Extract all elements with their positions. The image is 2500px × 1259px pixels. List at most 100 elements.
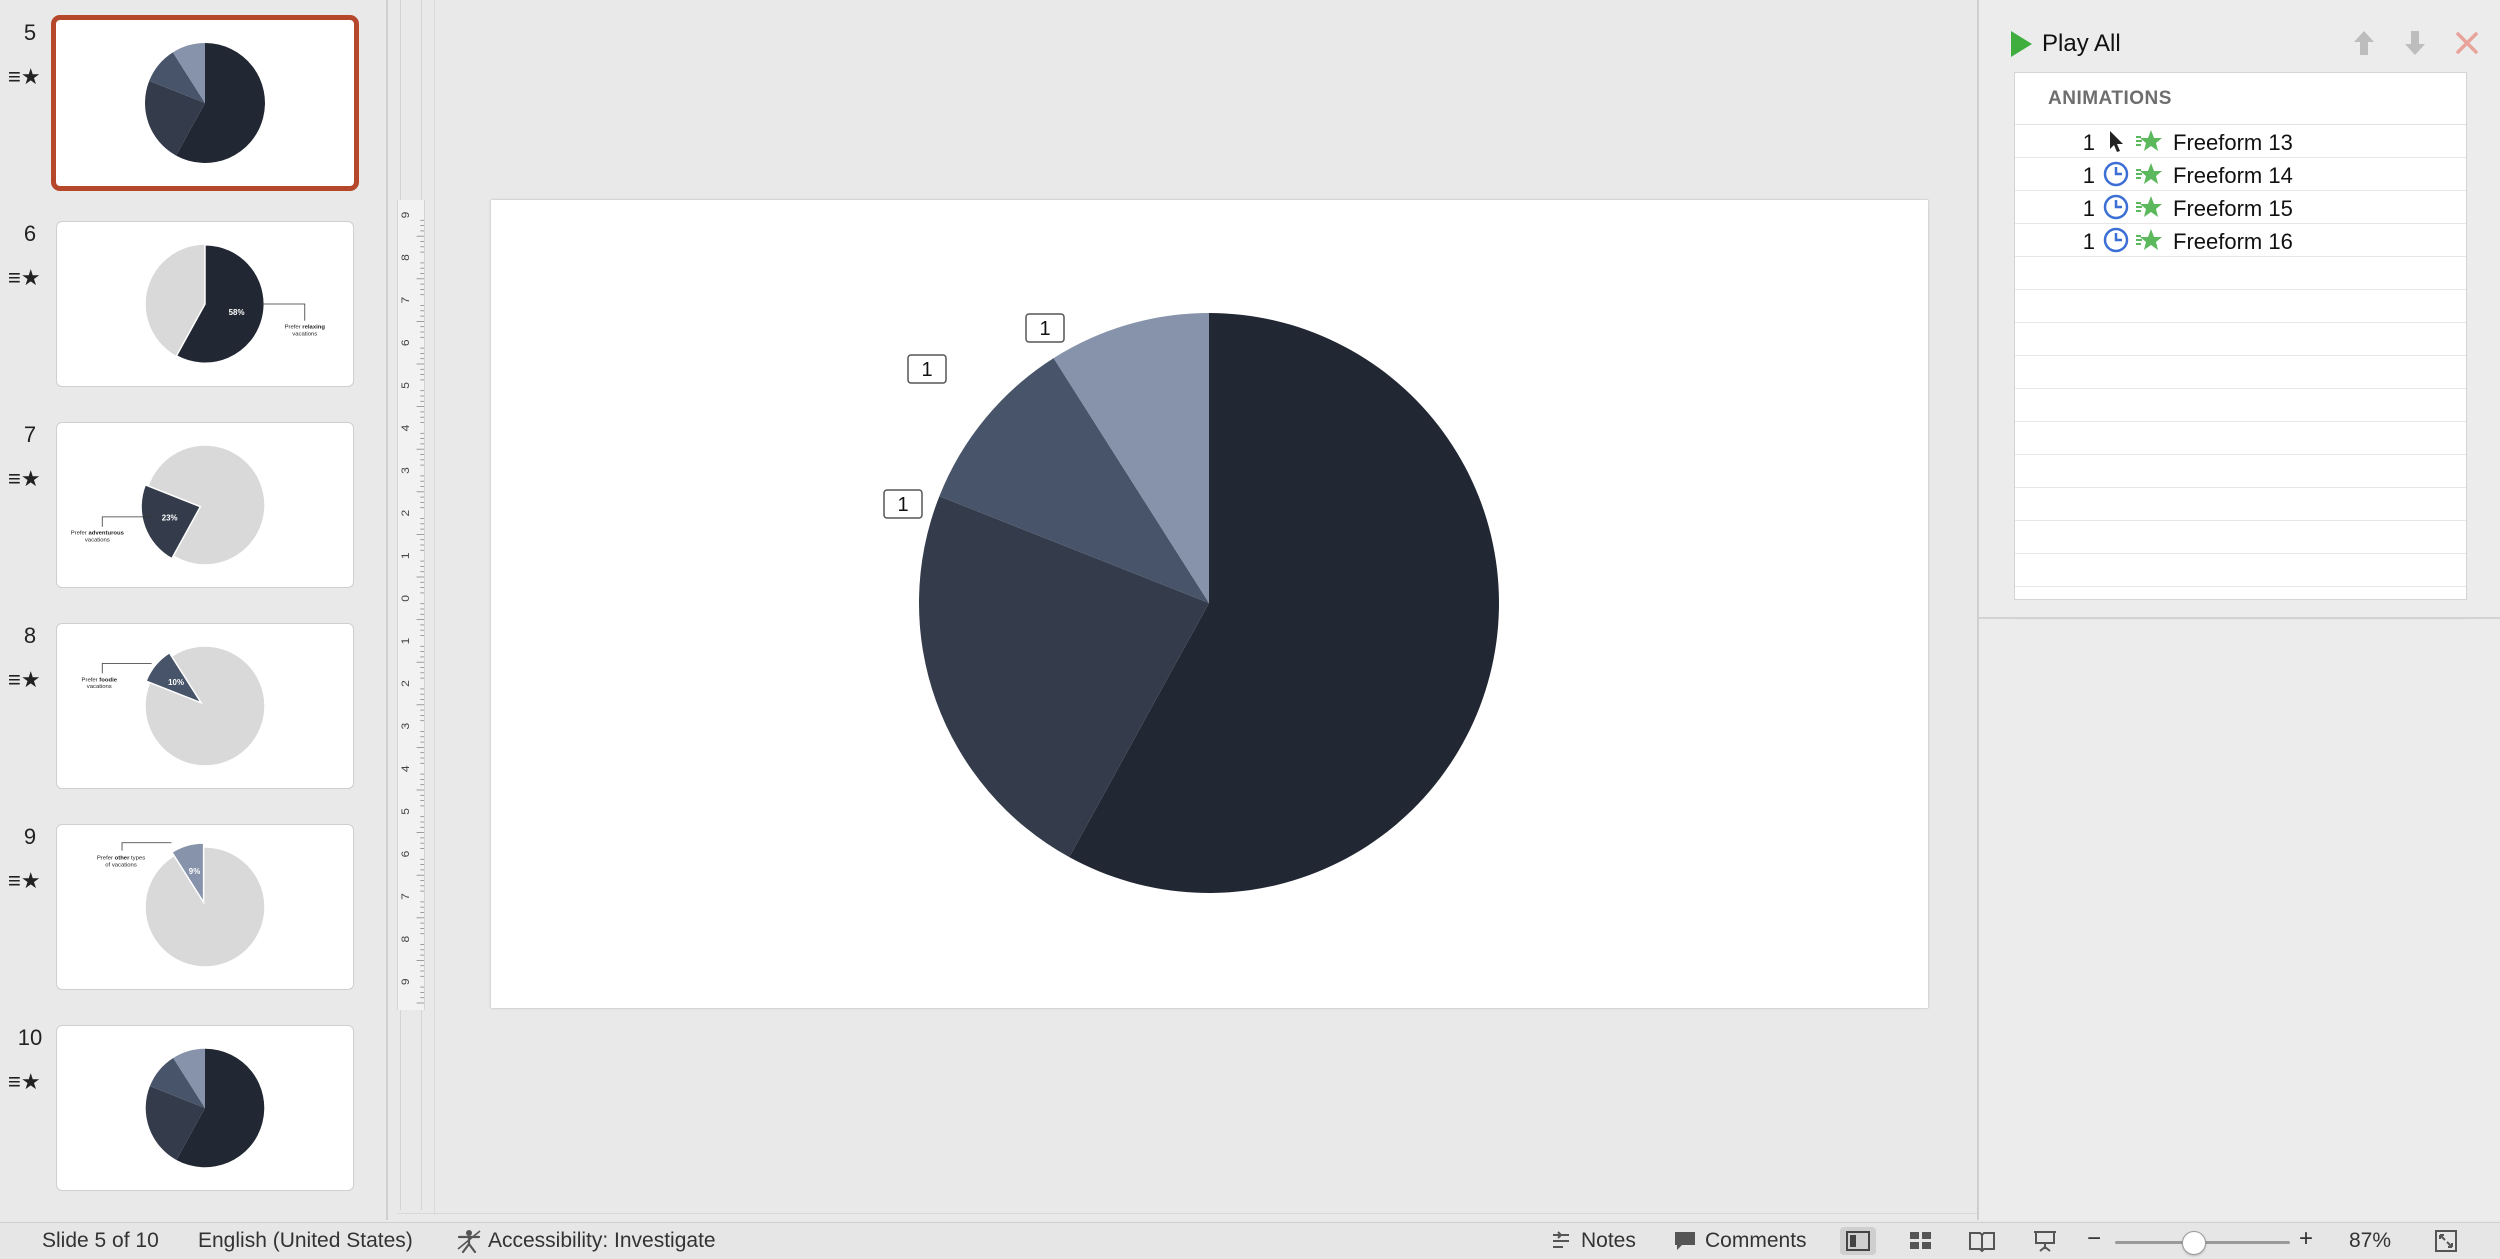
thumbnail-pie-base: [145, 847, 265, 967]
animation-item[interactable]: 1 Freeform 13: [2015, 125, 2466, 158]
thumbnail-caption: Prefer other types: [97, 856, 145, 862]
animation-order-tag[interactable]: 1: [907, 354, 947, 384]
empty-animation-row: [2015, 554, 2466, 587]
canvas-bottom-edge: [397, 1213, 1977, 1214]
slide-thumbnail[interactable]: 10% Prefer foodie vacations: [56, 623, 354, 789]
notes-button[interactable]: Notes: [1549, 1229, 1636, 1253]
ruler-tick-label: 9: [400, 978, 412, 985]
entrance-effect-star-icon: [2135, 227, 2163, 253]
animation-indicator-icon: ≡★: [8, 64, 41, 89]
slide-thumbnail[interactable]: 58% Prefer relaxing vacations: [56, 221, 354, 387]
animation-indicator-icon: ≡★: [8, 466, 41, 491]
thumbnail-leader-line: [260, 303, 306, 321]
comments-label: Comments: [1705, 1229, 1807, 1252]
ruler-tick-label: 8: [400, 254, 412, 261]
empty-animation-row: [2015, 356, 2466, 389]
thumbnail-caption: Prefer foodie: [82, 677, 118, 683]
slide-thumbnail-row[interactable]: 9 ≡★ 9% Prefer other types of vacations: [0, 824, 388, 1004]
slide-thumbnail-row[interactable]: 7 ≡★ 23% Prefer adventurous vacations: [0, 422, 388, 602]
notes-icon: [1553, 1231, 1569, 1248]
ruler-tick-label: 1: [400, 552, 412, 559]
slide-sorter-icon: [1910, 1232, 1931, 1249]
thumbnail-percent-label: 10%: [168, 678, 184, 687]
zoom-in-button[interactable]: +: [2299, 1225, 2313, 1253]
ruler-tick-label: 3: [400, 467, 412, 474]
zoom-out-button[interactable]: −: [2087, 1225, 2101, 1253]
animation-item[interactable]: 1 Freeform 14: [2015, 158, 2466, 191]
move-down-arrow-icon[interactable]: [2401, 28, 2429, 65]
slide-number: 10: [17, 1025, 43, 1050]
slide-thumbnail-row[interactable]: 5 ≡★: [0, 15, 388, 200]
animation-item[interactable]: 1 Freeform 16: [2015, 224, 2466, 257]
slide-thumbnail[interactable]: 23% Prefer adventurous vacations: [56, 422, 354, 588]
thumbnail-percent-label: 9%: [189, 867, 200, 876]
animation-order-tag[interactable]: 1: [1025, 313, 1065, 343]
slide-thumbnail[interactable]: [56, 1025, 354, 1191]
thumbnail-caption-line2: vacations: [292, 332, 317, 338]
animation-item[interactable]: 1 Freeform 15: [2015, 191, 2466, 224]
ruler-tick-label: 9: [400, 212, 412, 219]
ruler-tick-label: 8: [400, 936, 412, 943]
svg-text:1: 1: [1039, 318, 1050, 340]
zoom-slider-knob[interactable]: [2181, 1231, 2206, 1255]
slide-number: 6: [23, 221, 37, 246]
ruler-tick-label: 0: [400, 595, 412, 602]
pie-chart[interactable]: 1 1 1: [491, 200, 1928, 1008]
accessibility-button[interactable]: Accessibility: Investigate: [456, 1229, 716, 1253]
animation-pane: Play All ANIMATIONS 1 Freeform 13 1 Freefor…: [1977, 0, 2500, 1220]
move-up-arrow-icon[interactable]: [2350, 28, 2378, 65]
thumbnail-pie-chart: [145, 1048, 265, 1168]
slide-thumbnail[interactable]: 9% Prefer other types of vacations: [56, 824, 354, 990]
after-previous-clock-icon: [2103, 161, 2129, 187]
animation-target-name: Freeform 13: [2173, 130, 2293, 155]
slide-counter: Slide 5 of 10: [42, 1229, 159, 1252]
ruler-tick-label: 3: [400, 723, 412, 730]
slide-canvas[interactable]: 1 1 1: [491, 200, 1928, 1008]
animation-rows: 1 Freeform 13 1 Freeform 14 1 Freeform 15 1 Fre…: [2015, 125, 2466, 620]
thumbnail-caption-line2: vacations: [85, 538, 110, 544]
animation-order-tag[interactable]: 1: [883, 489, 923, 519]
ruler-tick-label: 2: [400, 680, 412, 687]
empty-animation-row: [2015, 521, 2466, 554]
animation-target-name: Freeform 15: [2173, 196, 2293, 221]
ruler-scale: 9 8 7 6 5 4 3 2 1 0 1 2 3 4 5 6 7 8 9: [400, 212, 424, 1004]
normal-view-icon: [1846, 1231, 1870, 1251]
slide-thumbnail-row[interactable]: 6 ≡★ 58% Prefer relaxing vacations: [0, 221, 388, 401]
svg-text:1: 1: [897, 494, 908, 516]
empty-animation-row: [2015, 257, 2466, 290]
ruler-tick-label: 1: [400, 638, 412, 645]
language-indicator[interactable]: English (United States): [198, 1229, 413, 1253]
slide-show-button[interactable]: [2027, 1227, 2063, 1255]
normal-view-button[interactable]: [1840, 1227, 1876, 1255]
zoom-level[interactable]: 87%: [2349, 1229, 2391, 1253]
fit-window-icon: [2435, 1230, 2457, 1252]
slide-sorter-button[interactable]: [1903, 1227, 1939, 1255]
slide-number: 9: [23, 824, 37, 849]
remove-close-icon[interactable]: [2453, 28, 2481, 65]
accessibility-icon: [457, 1230, 481, 1253]
after-previous-clock-icon: [2103, 194, 2129, 220]
slide-thumbnail-row[interactable]: 8 ≡★ 10% Prefer foodie vacations: [0, 623, 388, 803]
animation-order-number: 1: [2082, 229, 2095, 254]
ruler-tick-label: 2: [400, 510, 412, 517]
slide-number: 5: [23, 20, 37, 45]
zoom-slider[interactable]: [2115, 1231, 2290, 1255]
animations-list[interactable]: ANIMATIONS 1 Freeform 13 1 Freeform 14 1 Free…: [2014, 72, 2467, 620]
play-all-label: Play All: [2042, 30, 2121, 57]
fit-to-window-button[interactable]: [2428, 1227, 2464, 1255]
vertical-ruler: 9 8 7 6 5 4 3 2 1 0 1 2 3 4 5 6 7 8 9: [397, 200, 425, 1010]
empty-animation-row: [2015, 389, 2466, 422]
ruler-tick-label: 5: [400, 382, 412, 389]
animation-toolbar: Play All: [1979, 20, 2500, 70]
slide-number: 8: [23, 623, 37, 648]
slide-thumbnail[interactable]: [51, 15, 359, 191]
play-all-button[interactable]: Play All: [2011, 30, 2121, 58]
comments-button[interactable]: Comments: [1673, 1229, 1807, 1253]
reading-view-button[interactable]: [1964, 1227, 2000, 1255]
slide-thumbnail-row[interactable]: 10 ≡★: [0, 1025, 388, 1205]
entrance-effect-star-icon: [2135, 161, 2163, 187]
notes-label: Notes: [1581, 1229, 1636, 1252]
thumbnail-leader-line: [101, 663, 152, 674]
entrance-effect-star-icon: [2135, 194, 2163, 220]
ruler-tick-label: 4: [400, 424, 412, 431]
